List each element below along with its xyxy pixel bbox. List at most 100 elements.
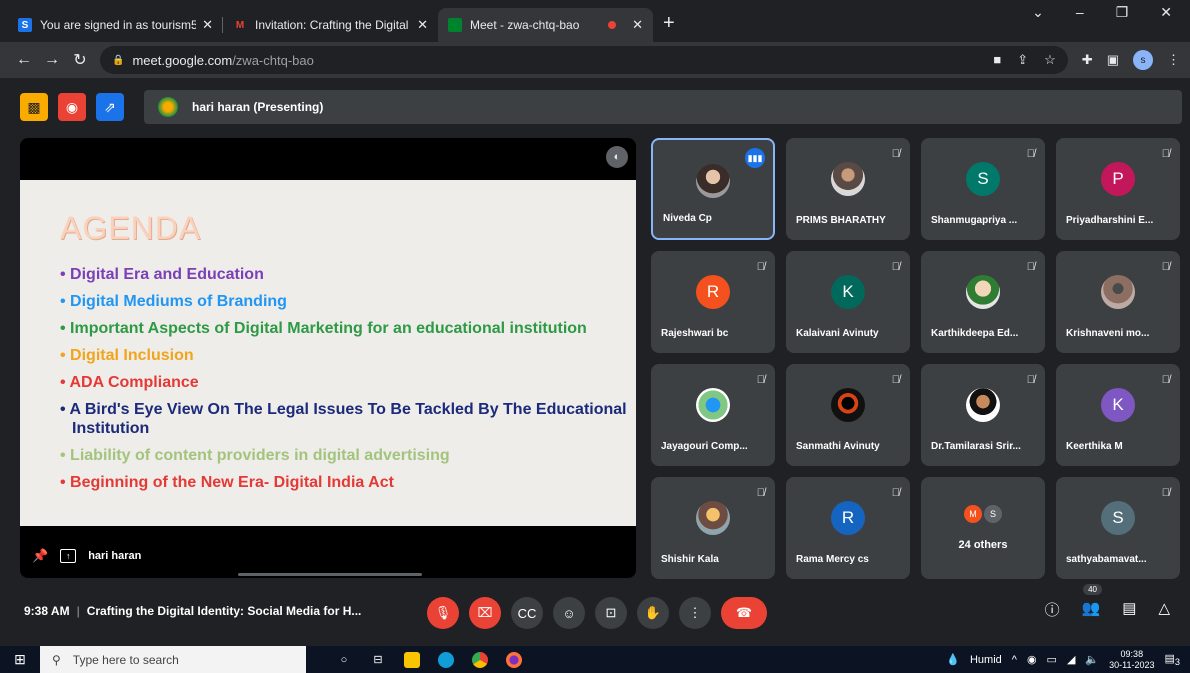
- battery-icon[interactable]: ▭: [1047, 653, 1057, 666]
- presentation-scrollbar[interactable]: [238, 573, 422, 576]
- cortana-icon[interactable]: ○: [336, 652, 352, 668]
- participant-tile[interactable]: 🎙̸ R Rajeshwari bc: [651, 251, 775, 353]
- meet-tray-icon[interactable]: ◉: [1027, 653, 1037, 666]
- new-tab-button[interactable]: +: [663, 12, 675, 35]
- windows-start-icon[interactable]: ⊞: [0, 651, 40, 668]
- more-options-icon[interactable]: ⋮: [679, 597, 711, 629]
- close-tab-icon[interactable]: ✕: [202, 17, 213, 33]
- edge-icon[interactable]: [438, 651, 454, 668]
- participant-tile[interactable]: 🎙̸ Sanmathi Avinuty: [786, 364, 910, 466]
- presentation-panel[interactable]: ◐ AGENDA Digital Era and EducationDigita…: [20, 138, 636, 578]
- participant-tile[interactable]: 🎙̸ Karthikdeepa Ed...: [921, 251, 1045, 353]
- slide-agenda-item: Liability of content providers in digita…: [60, 446, 636, 465]
- taskbar-clock[interactable]: 09:38 30-11-2023: [1109, 649, 1154, 671]
- taskbar-search[interactable]: ⚲ Type here to search: [40, 646, 306, 673]
- share-icon[interactable]: ⇪: [1017, 52, 1028, 68]
- recording-icon[interactable]: ◉: [58, 93, 86, 121]
- chat-icon[interactable]: ▤: [1122, 599, 1136, 620]
- participant-tile[interactable]: 🎙̸ K Kalaivani Avinuty: [786, 251, 910, 353]
- meeting-time: 9:38 AM: [24, 604, 70, 618]
- notification-count: 3: [1174, 657, 1180, 668]
- speaking-indicator-icon: ▮▮▮: [745, 148, 765, 168]
- presentation-options-icon[interactable]: ◐: [606, 146, 628, 168]
- tray-expand-icon[interactable]: ^: [1012, 654, 1017, 666]
- participant-name: Shanmugapriya ...: [931, 215, 1018, 226]
- muted-mic-icon: 🎙̸: [891, 487, 900, 499]
- close-window-icon[interactable]: ✕: [1160, 4, 1172, 21]
- window-controls: ⌄ – ❐ ✕: [1032, 4, 1190, 21]
- address-bar[interactable]: 🔒 meet.google.com /zwa-chtq-bao ■ ⇪ ☆: [100, 46, 1068, 74]
- muted-mic-icon: 🎙̸: [1161, 487, 1170, 499]
- lock-icon[interactable]: 🔒: [112, 55, 124, 66]
- participant-name: Jayagouri Comp...: [661, 441, 748, 452]
- participant-tile[interactable]: 🎙̸ K Keerthika M: [1056, 364, 1180, 466]
- present-icon[interactable]: ↑: [60, 549, 77, 563]
- weather-icon[interactable]: 💧: [946, 653, 960, 666]
- participant-tile[interactable]: 🎙̸ S Shanmugapriya ...: [921, 138, 1045, 240]
- participant-tile[interactable]: 🎙̸ PRIMS BHARATHY: [786, 138, 910, 240]
- slide-agenda-item: Digital Mediums of Branding: [60, 292, 636, 311]
- participant-tile[interactable]: ▮▮▮ Niveda Cp: [651, 138, 775, 240]
- camera-in-use-icon[interactable]: ■: [993, 52, 1001, 68]
- muted-mic-icon: 🎙̸: [891, 261, 900, 273]
- tab-signed-in[interactable]: S You are signed in as tourism5 ✕: [8, 8, 223, 42]
- notifications-icon[interactable]: ▤3: [1165, 652, 1181, 667]
- leave-call-icon[interactable]: ☎: [721, 597, 767, 629]
- participant-tile[interactable]: 🎙̸ Krishnaveni mo...: [1056, 251, 1180, 353]
- side-panel-icon[interactable]: ▣: [1107, 52, 1119, 68]
- participant-tile[interactable]: 🎙̸ P Priyadharshini E...: [1056, 138, 1180, 240]
- restore-icon[interactable]: ❐: [1116, 4, 1129, 21]
- participant-tile[interactable]: 🎙̸ Jayagouri Comp...: [651, 364, 775, 466]
- camera-off-icon[interactable]: ▩: [20, 93, 48, 121]
- camera-off-button-icon[interactable]: ⌧: [469, 597, 501, 629]
- minimize-icon[interactable]: –: [1076, 4, 1084, 21]
- participant-tile[interactable]: 🎙̸ R Rama Mercy cs: [786, 477, 910, 579]
- activities-icon[interactable]: △: [1158, 599, 1170, 620]
- pin-icon[interactable]: 📌: [32, 548, 48, 564]
- profile-avatar[interactable]: s: [1133, 50, 1153, 70]
- task-view-icon[interactable]: ⊟: [370, 652, 386, 668]
- muted-mic-icon: 🎙̸: [1026, 374, 1035, 386]
- tab-search-icon[interactable]: ⌄: [1032, 4, 1044, 21]
- reload-icon[interactable]: ↻: [66, 50, 94, 70]
- browser-tab-strip: S You are signed in as tourism5 ✕ M Invi…: [0, 0, 1190, 42]
- participant-tile[interactable]: 🎙̸ Shishir Kala: [651, 477, 775, 579]
- meeting-title: Crafting the Digital Identity: Social Me…: [86, 604, 362, 618]
- participant-count-badge: 40: [1083, 584, 1102, 595]
- menu-kebab-icon[interactable]: ⋮: [1167, 52, 1180, 68]
- avatar: [831, 388, 865, 422]
- microphone-off-icon[interactable]: 🎙: [427, 597, 459, 629]
- back-icon[interactable]: ←: [10, 51, 38, 69]
- meeting-details-icon[interactable]: ⓘ: [1045, 599, 1060, 620]
- forward-icon[interactable]: →: [38, 51, 66, 69]
- extensions-icon[interactable]: ✚: [1082, 52, 1093, 68]
- emoji-reaction-icon[interactable]: ☺: [553, 597, 585, 629]
- network-icon[interactable]: ◢: [1067, 653, 1075, 666]
- close-tab-icon[interactable]: ✕: [632, 17, 643, 33]
- avatar: S: [1101, 501, 1135, 535]
- close-tab-icon[interactable]: ✕: [417, 17, 428, 33]
- people-icon[interactable]: 👥: [1082, 599, 1101, 620]
- captions-icon[interactable]: CC: [511, 597, 543, 629]
- chrome-icon[interactable]: [472, 651, 488, 668]
- raise-hand-icon[interactable]: ✋: [637, 597, 669, 629]
- participant-name: Priyadharshini E...: [1066, 215, 1154, 226]
- slide-agenda-item: Digital Inclusion: [60, 346, 636, 365]
- weather-label[interactable]: Humid: [970, 654, 1002, 666]
- present-now-icon[interactable]: ⊡: [595, 597, 627, 629]
- participant-tile[interactable]: 🎙̸ Ssathyabamavat...: [1056, 477, 1180, 579]
- tab-invitation[interactable]: M Invitation: Crafting the Digital Id ✕: [223, 8, 438, 42]
- share-screen-icon[interactable]: ⇗: [96, 93, 124, 121]
- slide-agenda-list: Digital Era and Education Digital Mediums…: [60, 265, 636, 492]
- firefox-icon[interactable]: [506, 651, 522, 668]
- tab-meet[interactable]: Meet - zwa-chtq-bao ✕: [438, 8, 653, 42]
- avatar: R: [696, 275, 730, 309]
- bookmark-star-icon[interactable]: ☆: [1044, 52, 1056, 68]
- avatar: [1101, 275, 1135, 309]
- file-explorer-icon[interactable]: [404, 651, 420, 668]
- volume-icon[interactable]: 🔈: [1085, 653, 1099, 666]
- search-placeholder: Type here to search: [72, 652, 179, 667]
- muted-mic-icon: 🎙̸: [1161, 148, 1170, 160]
- participant-tile[interactable]: 🎙̸ Dr.Tamilarasi Srir...: [921, 364, 1045, 466]
- participant-tile[interactable]: M S 24 others: [921, 477, 1045, 579]
